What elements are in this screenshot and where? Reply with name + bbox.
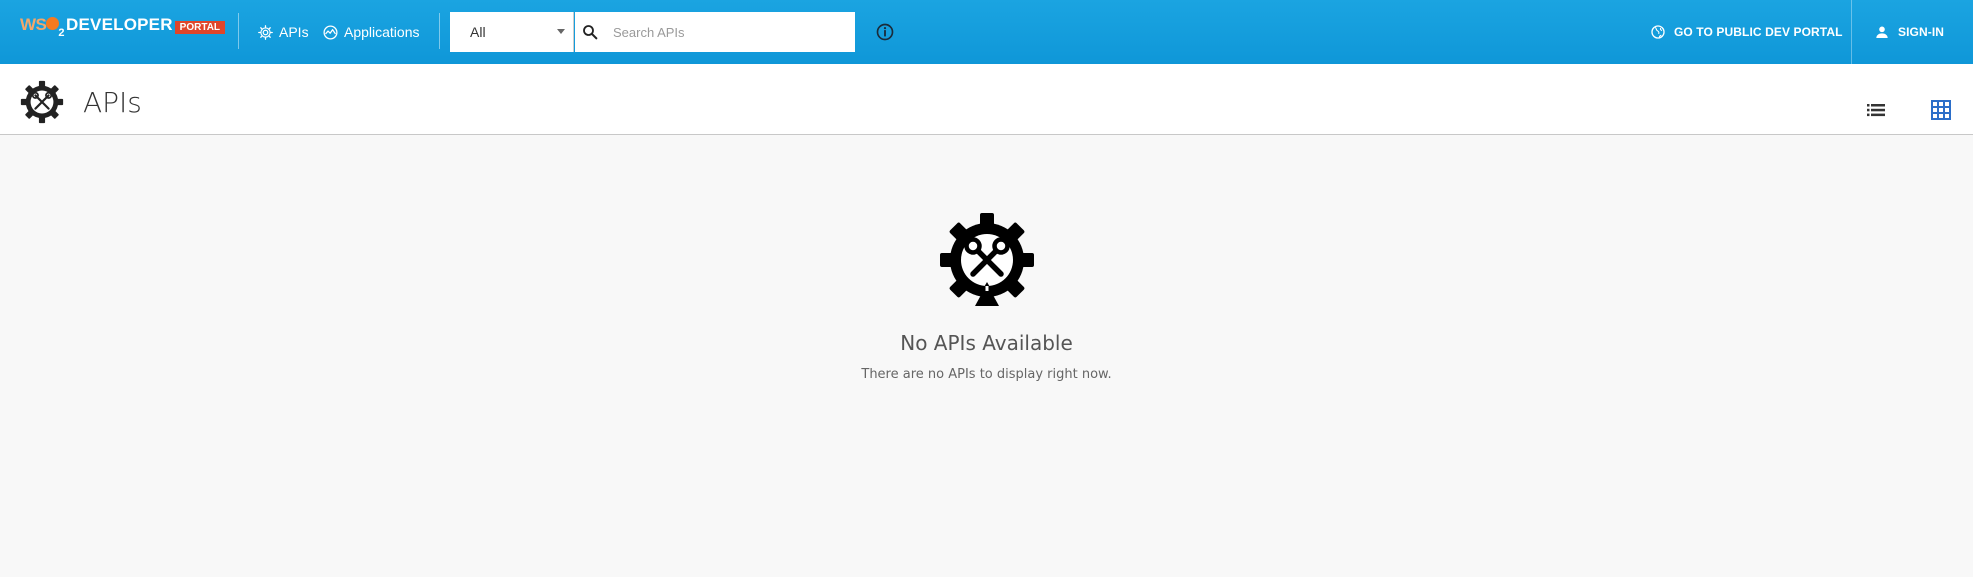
list-view-icon	[1867, 104, 1885, 117]
wso2-logo: WS 2	[20, 15, 65, 39]
gear-icon	[258, 24, 273, 40]
empty-state: No APIs Available There are no APIs to d…	[0, 210, 1973, 382]
empty-state-message: There are no APIs to display right now.	[861, 367, 1112, 382]
wso2-developer-portal-logo[interactable]: WS 2 DEVELOPER PORTAL	[20, 15, 226, 43]
search-icon	[583, 25, 598, 40]
divider	[1851, 0, 1852, 64]
logo-portal-badge: PORTAL	[174, 21, 226, 34]
nav-apis-label: APIs	[279, 24, 309, 40]
go-to-public-dev-portal-button[interactable]: GO TO PUBLIC DEV PORTAL	[1650, 20, 1843, 44]
no-apis-gear-icon	[939, 213, 1034, 306]
logo-developer-text: DEVELOPER	[66, 15, 173, 34]
person-icon	[1876, 26, 1888, 38]
divider	[439, 13, 440, 49]
top-app-bar: WS 2 DEVELOPER PORTAL APIs Applications A…	[0, 0, 1973, 64]
nav-applications[interactable]: Applications	[322, 20, 420, 44]
sign-in-label: SIGN-IN	[1898, 25, 1945, 39]
nav-apis[interactable]: APIs	[257, 20, 309, 44]
sign-in-button[interactable]: SIGN-IN	[1874, 20, 1944, 44]
go-to-public-dev-portal-label: GO TO PUBLIC DEV PORTAL	[1674, 25, 1843, 39]
search-input[interactable]	[611, 23, 845, 41]
search-filter-value: All	[470, 24, 486, 40]
page-header: APIs	[0, 64, 1973, 135]
divider	[238, 13, 239, 49]
empty-state-title: No APIs Available	[900, 331, 1073, 355]
grid-view-button[interactable]	[1929, 98, 1953, 122]
nav-applications-label: Applications	[344, 24, 420, 40]
applications-icon	[323, 24, 338, 40]
globe-icon	[1651, 25, 1665, 39]
list-view-button[interactable]	[1864, 98, 1888, 122]
grid-view-icon	[1931, 100, 1951, 120]
search-filter-select[interactable]: All	[450, 12, 574, 52]
search-help-button[interactable]	[875, 22, 895, 42]
info-icon	[876, 23, 894, 41]
api-gear-icon	[20, 80, 64, 124]
page-title: APIs	[83, 86, 142, 119]
search-box	[575, 12, 855, 52]
chevron-down-icon	[557, 29, 565, 34]
